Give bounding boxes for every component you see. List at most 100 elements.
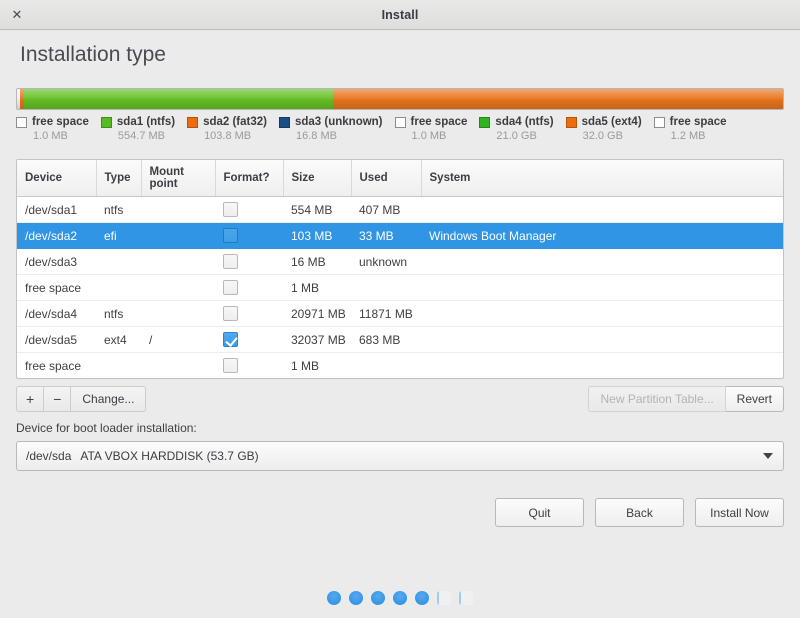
partition-usage-bar[interactable] (16, 88, 784, 110)
legend-item-header: free space (394, 116, 468, 128)
progress-dot[interactable] (371, 591, 385, 605)
progress-dot[interactable] (437, 591, 451, 605)
table-column-header[interactable]: Used (351, 160, 422, 197)
cell-system (421, 274, 783, 301)
change-partition-button[interactable]: Change... (71, 386, 147, 412)
partition-table-actions: New Partition Table... Revert (588, 386, 784, 412)
cell-system (421, 300, 783, 327)
legend-item-size: 1.0 MB (411, 130, 447, 142)
cell-mount (141, 274, 215, 301)
legend-color-swatch (100, 116, 112, 128)
cell-size: 554 MB (283, 196, 351, 223)
cell-device: free space (17, 274, 96, 301)
legend-item: sda2 (fat32) 103.8 MB (187, 116, 279, 150)
page-header: Installation type (0, 30, 800, 80)
progress-dot[interactable] (349, 591, 363, 605)
page-title: Installation type (20, 43, 166, 66)
cell-used (351, 274, 421, 301)
table-column-header[interactable]: Size (283, 160, 352, 197)
bootloader-label: Device for boot loader installation: (16, 421, 197, 435)
legend-item-size: 32.0 GB (582, 130, 623, 142)
partition-table-container: Device Type Mount point Format? Size Used Syst… (16, 159, 784, 379)
format-checkbox[interactable] (223, 280, 238, 295)
bootloader-device-value: /dev/sda ATA VBOX HARDDISK (53.7 GB) (26, 449, 259, 463)
cell-type: ext4 (96, 326, 141, 353)
progress-dot[interactable] (393, 591, 407, 605)
legend-item-size: 554.7 MB (117, 130, 165, 142)
table-row[interactable]: free space 1 MB (17, 274, 783, 301)
back-button[interactable]: Back (595, 498, 684, 527)
cell-device: /dev/sda5 (17, 326, 96, 353)
partition-bar-section: free space 1.0 MB sda1 (ntfs) 554.7 MB sda2 … (16, 88, 784, 150)
cell-mount (141, 196, 215, 223)
legend-color-swatch (278, 116, 290, 128)
partition-segment[interactable] (332, 89, 783, 109)
cell-device: /dev/sda3 (17, 248, 96, 275)
legend-item: sda4 (ntfs) 21.0 GB (479, 116, 565, 150)
window-titlebar: ✕ Install (0, 0, 800, 30)
table-row[interactable]: /dev/sda5 ext4/ 32037 MB 683 MB (17, 326, 783, 353)
legend-color-swatch (187, 116, 199, 128)
legend-item-label: sda3 (unknown) (294, 116, 383, 128)
format-checkbox[interactable] (223, 306, 238, 321)
add-partition-button[interactable]: + (16, 386, 45, 412)
legend-item: sda1 (ntfs) 554.7 MB (100, 116, 187, 150)
legend-item-label: free space (669, 116, 727, 128)
progress-dot[interactable] (327, 591, 341, 605)
main-content: free space 1.0 MB sda1 (ntfs) 554.7 MB sda2 … (0, 88, 800, 605)
table-row[interactable]: /dev/sda2 efi 103 MB 33 MB Windows Boot Mana… (17, 222, 783, 249)
format-checkbox[interactable] (223, 254, 238, 269)
legend-item-label: free space (32, 116, 89, 128)
cell-used: 683 MB (351, 326, 421, 353)
progress-dot[interactable] (459, 591, 473, 605)
legend-item-label: sda1 (ntfs) (116, 116, 176, 128)
table-column-header[interactable]: Mount point (141, 160, 216, 197)
chevron-down-icon (763, 453, 773, 459)
legend-item-size: 103.8 MB (204, 130, 252, 142)
partition-toolbar: + − Change... New Partition Table... Rev… (16, 386, 784, 412)
new-partition-table-button[interactable]: New Partition Table... (588, 386, 726, 412)
table-row[interactable]: /dev/sda3 16 MB unknown (17, 248, 783, 275)
progress-dots (16, 591, 784, 605)
table-row[interactable]: /dev/sda4 ntfs 20971 MB 11871 MB (17, 300, 783, 327)
close-icon[interactable]: ✕ (9, 7, 25, 23)
legend-item-label: free space (410, 116, 468, 128)
window-title: Install (381, 7, 419, 22)
table-column-header[interactable]: Type (96, 160, 142, 197)
cell-format (215, 300, 283, 327)
legend-color-swatch (16, 116, 27, 128)
table-column-header[interactable]: System (421, 160, 783, 197)
partition-segment[interactable] (24, 89, 333, 109)
cell-type: ntfs (96, 196, 141, 223)
cell-used: unknown (351, 248, 421, 275)
table-row[interactable]: free space 1 MB (17, 353, 783, 379)
table-column-header[interactable]: Format? (215, 160, 284, 197)
bootloader-device-select[interactable]: /dev/sda ATA VBOX HARDDISK (53.7 GB) (16, 441, 784, 471)
cell-mount (141, 248, 215, 275)
revert-button[interactable]: Revert (725, 386, 784, 412)
remove-partition-button[interactable]: − (44, 386, 72, 412)
table-column-header[interactable]: Device (17, 160, 97, 197)
legend-item-header: free space (16, 116, 89, 128)
legend-color-swatch (394, 116, 406, 128)
legend-item-size: 1.0 MB (33, 130, 68, 142)
cell-format (215, 196, 283, 223)
table-row[interactable]: /dev/sda1 ntfs 554 MB 407 MB (17, 196, 783, 223)
cell-system (421, 353, 783, 379)
cell-mount (141, 222, 215, 249)
cell-format (215, 248, 283, 275)
cell-mount (141, 353, 215, 379)
format-checkbox[interactable] (223, 202, 238, 217)
format-checkbox[interactable] (223, 332, 238, 347)
install-now-button[interactable]: Install Now (695, 498, 784, 527)
cell-system (421, 196, 783, 223)
format-checkbox[interactable] (223, 358, 238, 373)
cell-used: 407 MB (351, 196, 421, 223)
cell-size: 16 MB (283, 248, 351, 275)
format-checkbox[interactable] (223, 228, 238, 243)
quit-button[interactable]: Quit (495, 498, 584, 527)
legend-color-swatch (479, 116, 491, 128)
legend-color-swatch (565, 116, 577, 128)
dialog-actions: Quit Back Install Now (16, 498, 784, 527)
progress-dot[interactable] (415, 591, 429, 605)
